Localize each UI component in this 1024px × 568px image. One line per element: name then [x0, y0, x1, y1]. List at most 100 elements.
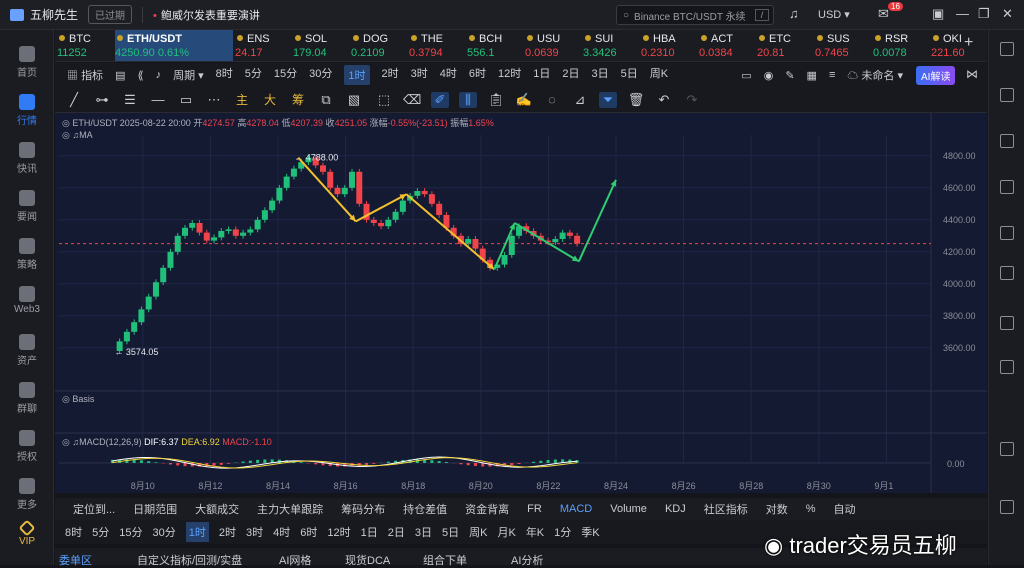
sidebar-item-home[interactable]: 首页 [0, 46, 54, 79]
search-input[interactable]: ○ Binance BTC/USDT 永续 / [616, 5, 774, 25]
calendar-icon[interactable]: ▤ [115, 69, 125, 82]
ticker-tab[interactable]: ETH/USDT4250.90 0.61% [115, 30, 233, 62]
minimize-icon[interactable]: — [956, 6, 969, 21]
horizontal-line-icon[interactable]: — [149, 92, 167, 107]
interval-tab[interactable]: 15分 [119, 524, 142, 540]
redo-icon[interactable]: ↷ [683, 92, 701, 108]
camera-icon[interactable]: ◉ [764, 69, 774, 82]
ticker-tab[interactable]: THE0.3794 [409, 30, 465, 62]
window-icon[interactable]: ▣ [932, 6, 944, 22]
ai-analysis-button[interactable]: AI解读 [916, 66, 955, 85]
trash-icon[interactable]: 🗑︎ [627, 92, 645, 108]
bottom-tab[interactable]: 组合下单 [423, 552, 467, 568]
curve-icon[interactable]: ◌ [543, 92, 561, 107]
refresh-icon[interactable] [1000, 360, 1014, 374]
image-icon[interactable]: ▧ [345, 92, 363, 108]
indicator-tab[interactable]: 筹码分布 [341, 501, 385, 517]
pen-icon[interactable]: ✎ [785, 69, 794, 82]
ticker-tab[interactable]: OKI221.60 [931, 30, 987, 62]
interval-tab[interactable]: 年K [526, 524, 544, 540]
eye-icon[interactable]: ◎ [62, 130, 70, 140]
interval-tab[interactable]: 周K [469, 524, 487, 540]
interval-tab[interactable]: 5分 [92, 524, 109, 540]
interval-tab[interactable]: 1日 [361, 524, 378, 540]
settings-icon[interactable] [1000, 500, 1014, 514]
close-icon[interactable]: ✕ [1002, 6, 1013, 22]
interval-tab[interactable]: 2日 [388, 524, 405, 540]
indicator-tab[interactable]: Volume [610, 503, 647, 515]
interval-tab[interactable]: 6时 [300, 524, 317, 540]
interval-tab[interactable]: 5分 [245, 65, 262, 85]
macd-indicator[interactable]: ◎ ♫MACD(12,26,9) DIF:6.37 DEA:6.92 MACD:… [62, 437, 272, 448]
more-tools-icon[interactable]: ⋯ [205, 92, 223, 108]
indicators-button[interactable]: ▦ 指标 [67, 67, 103, 83]
interval-tab[interactable]: 6时 [469, 65, 486, 85]
indicator-tab[interactable]: % [806, 503, 816, 515]
indicator-tab[interactable]: 主力大单跟踪 [257, 501, 323, 517]
mail-icon[interactable]: ✉ [878, 6, 889, 22]
document-icon[interactable] [1000, 88, 1014, 102]
interval-tab[interactable]: 12时 [327, 524, 350, 540]
ticker-tab[interactable]: RSR0.0078 [873, 30, 929, 62]
line-tool-icon[interactable]: ╱ [65, 92, 83, 108]
eraser-icon[interactable]: ⌫ [403, 92, 421, 108]
indicator-tab[interactable]: FR [527, 503, 542, 515]
interval-tab[interactable]: 3时 [246, 524, 263, 540]
currency-select[interactable]: USD ▾ [818, 8, 850, 21]
ticker-tab[interactable]: DOG0.2109 [351, 30, 407, 62]
price-chart-svg[interactable]: 3600.003800.004000.004200.004400.004600.… [55, 113, 987, 493]
grid-layout-icon[interactable]: ▦ [807, 69, 817, 82]
interval-tab[interactable]: 5日 [621, 65, 638, 85]
select-icon[interactable]: ⬚ [375, 92, 393, 108]
undo-icon[interactable]: ↶ [655, 92, 673, 108]
interval-tab[interactable]: 季K [581, 524, 599, 540]
large-order-tool[interactable]: 大 [261, 91, 279, 108]
brush-icon[interactable]: ✐ [431, 92, 449, 108]
main-force-tool[interactable]: 主 [233, 91, 251, 108]
depth-icon[interactable] [1000, 316, 1014, 330]
interval-tab[interactable]: 30分 [153, 524, 176, 540]
cloud-layout-select[interactable]: ☁ 未命名 ▾ [847, 67, 903, 83]
rewind-icon[interactable]: ⟪ [137, 69, 143, 82]
ticker-tab[interactable]: HBA0.2310 [641, 30, 697, 62]
bottom-tab[interactable]: 委单区 [59, 552, 92, 568]
ticker-tab[interactable]: ENS24.17 [235, 30, 291, 62]
list-icon[interactable] [1000, 226, 1014, 240]
eye-icon[interactable]: ◎ [62, 394, 70, 404]
indicator-tab[interactable]: 对数 [766, 501, 788, 517]
layout-icon[interactable]: ▭ [741, 69, 751, 82]
ticker-tab[interactable]: BCH556.1 [467, 30, 523, 62]
interval-tab[interactable]: 4时 [440, 65, 457, 85]
ticker-tab[interactable]: SOL179.04 [293, 30, 349, 62]
interval-tab[interactable]: 1时 [344, 65, 369, 85]
sidebar-item-flash[interactable]: 快讯 [0, 142, 54, 175]
interval-tab[interactable]: 2时 [382, 65, 399, 85]
bottom-tab[interactable]: AI分析 [511, 552, 543, 568]
edit-icon[interactable]: ✍ [515, 92, 533, 108]
indicator-tab[interactable]: 自动 [834, 501, 856, 517]
sidebar-item-more[interactable]: 更多 [0, 478, 54, 511]
interval-tab[interactable]: 1分 [554, 524, 571, 540]
interval-tab[interactable]: 3时 [411, 65, 428, 85]
interval-tab[interactable]: 2时 [219, 524, 236, 540]
interval-tab[interactable]: 3日 [592, 65, 609, 85]
parallel-lines-icon[interactable]: ☰ [121, 92, 139, 108]
indicator-tab[interactable]: 资金背离 [465, 501, 509, 517]
period-select[interactable]: 周期 ▾ [173, 67, 204, 83]
bottom-tab[interactable]: AI网格 [279, 552, 311, 568]
watchlist-icon[interactable] [1000, 134, 1014, 148]
ruler-icon[interactable]: ⊿ [571, 92, 589, 108]
interval-tab[interactable]: 12时 [498, 65, 521, 85]
sidebar-item-assets[interactable]: 资产 [0, 334, 54, 367]
ticker-tab[interactable]: ETC20.81 [757, 30, 813, 62]
interval-tab[interactable]: 周K [650, 65, 668, 85]
ticker-tab[interactable]: SUS0.7465 [815, 30, 871, 62]
sidebar-item-strategy[interactable]: 策略 [0, 238, 54, 271]
copy-icon[interactable]: ⧉ [317, 92, 335, 108]
layout-icon[interactable] [1000, 42, 1014, 56]
chart-area[interactable]: 3600.003800.004000.004200.004400.004600.… [55, 113, 987, 493]
filter-icon[interactable]: ⏷ [599, 92, 617, 108]
chip-tool[interactable]: 筹 [289, 91, 307, 108]
ticker-tab[interactable]: USU0.0639 [525, 30, 581, 62]
panel-icon[interactable] [1000, 442, 1014, 456]
